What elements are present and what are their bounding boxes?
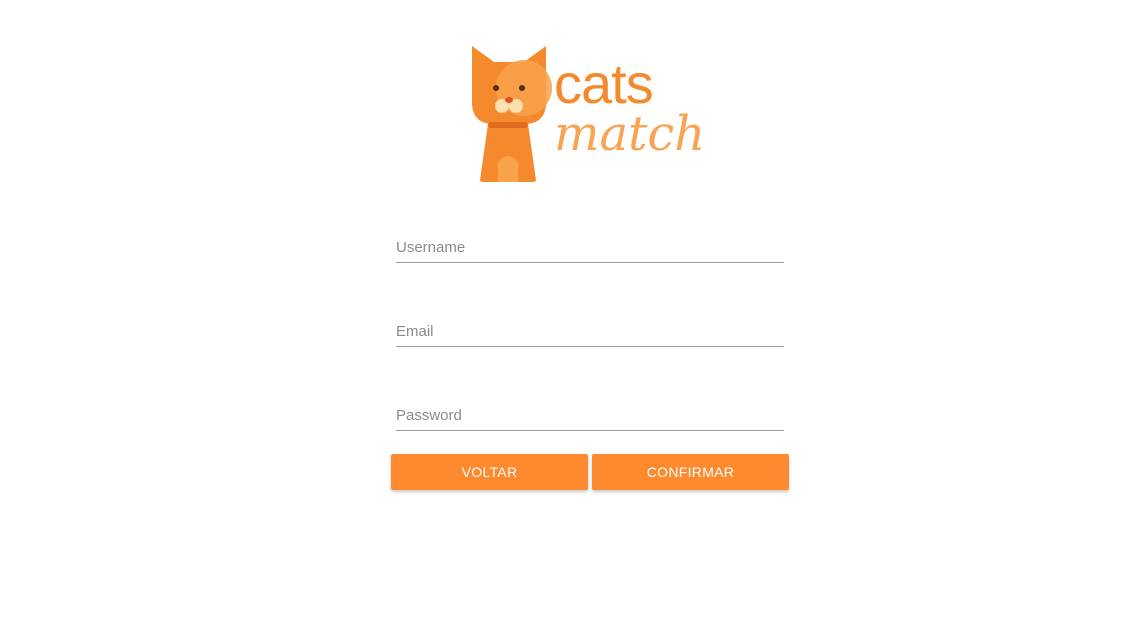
logo-word-match: match bbox=[554, 106, 706, 162]
username-field-wrapper bbox=[396, 222, 784, 263]
back-button[interactable]: VOLTAR bbox=[391, 454, 588, 490]
cats-match-logo: cats match bbox=[466, 42, 726, 186]
email-field-wrapper bbox=[396, 306, 784, 347]
username-input[interactable] bbox=[396, 239, 784, 256]
password-input[interactable] bbox=[396, 407, 784, 424]
confirm-button[interactable]: CONFIRMAR bbox=[592, 454, 789, 490]
logo-word-cats: cats bbox=[554, 52, 654, 115]
password-field-wrapper bbox=[396, 390, 784, 431]
email-input[interactable] bbox=[396, 323, 784, 340]
cat-icon bbox=[472, 46, 552, 182]
